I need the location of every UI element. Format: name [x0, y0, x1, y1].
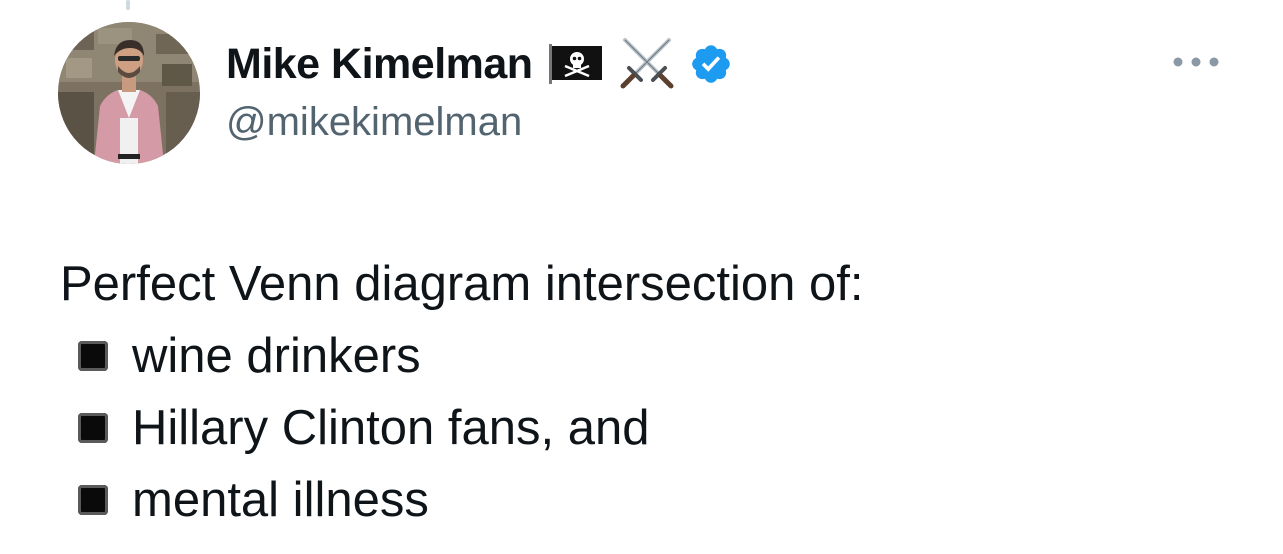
avatar[interactable] [58, 22, 200, 164]
tweet-text: Perfect Venn diagram intersection of: wi… [60, 248, 864, 536]
list-item-text: mental illness [132, 473, 429, 527]
avatar-photo [58, 22, 200, 164]
more-options-button[interactable] [1166, 44, 1226, 80]
more-options-icon [1173, 57, 1219, 67]
black-medium-square-icon [78, 341, 108, 371]
black-medium-square-icon [78, 413, 108, 443]
verified-badge-icon[interactable] [689, 42, 733, 86]
author-name-row: Mike Kimelman [226, 36, 733, 92]
pirate-flag-icon [548, 44, 602, 84]
crossed-swords-icon [620, 38, 674, 89]
author-display-name[interactable]: Mike Kimelman [226, 40, 533, 89]
author-handle[interactable]: @mikekimelman [226, 100, 522, 145]
list-item: Hillary Clinton fans, and [78, 392, 864, 464]
list-item: mental illness [78, 464, 864, 536]
black-medium-square-icon [78, 485, 108, 515]
list-item-text: Hillary Clinton fans, and [132, 401, 650, 455]
thread-connector-line [126, 0, 130, 10]
list-item-text: wine drinkers [132, 329, 421, 383]
tweet-intro: Perfect Venn diagram intersection of: [60, 257, 864, 311]
list-item: wine drinkers [78, 320, 864, 392]
